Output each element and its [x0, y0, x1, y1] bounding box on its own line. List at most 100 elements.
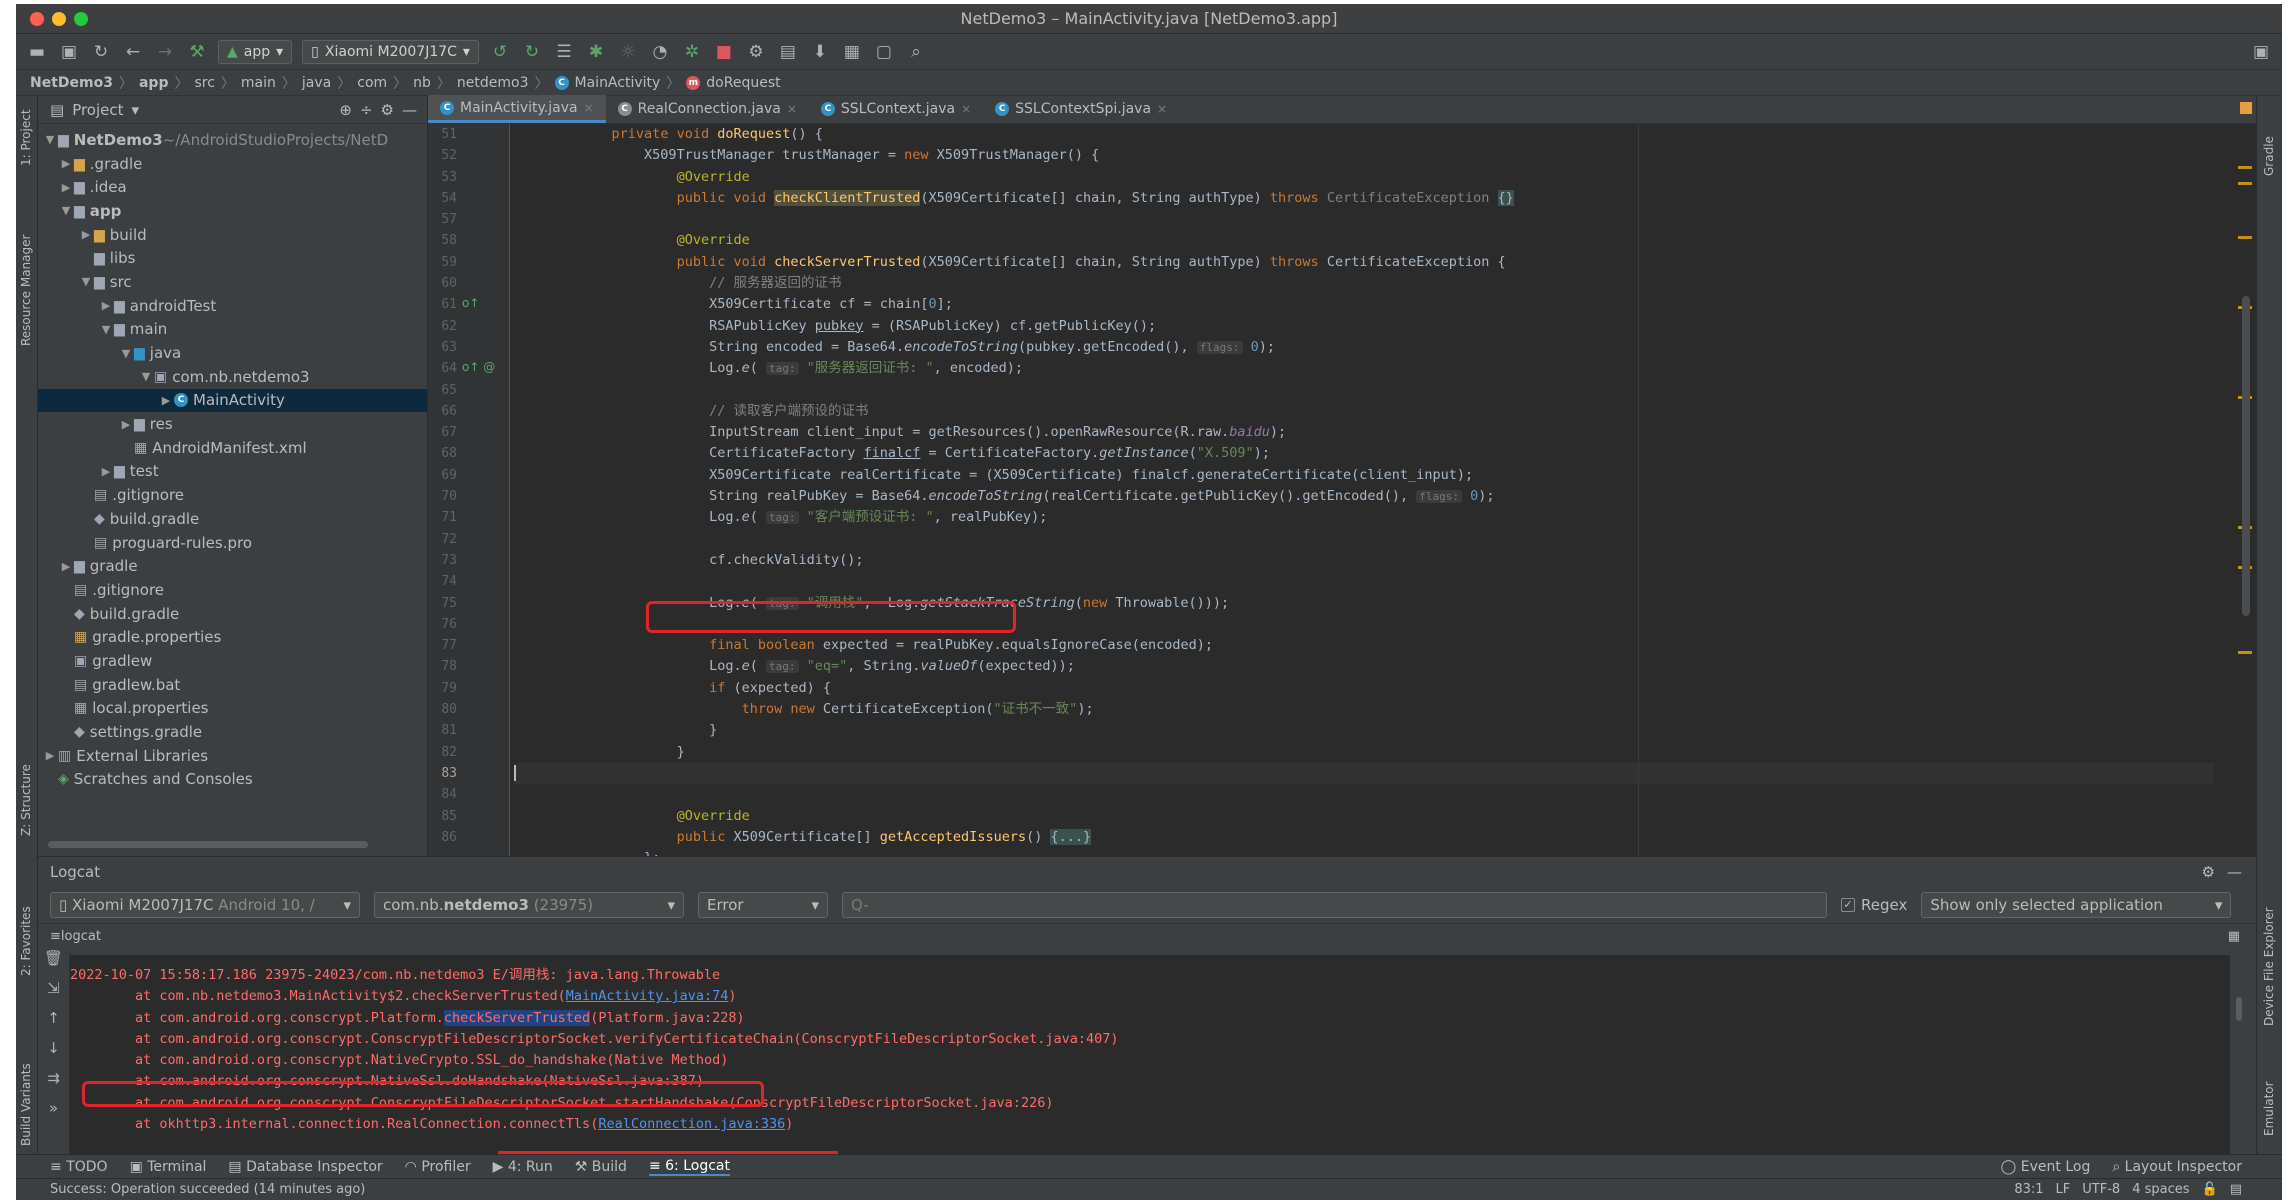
- line-separator[interactable]: LF: [2056, 1182, 2071, 1197]
- save-icon[interactable]: ▣: [58, 42, 80, 62]
- tree-item[interactable]: ▼ ▆ app: [38, 199, 427, 223]
- breadcrumb-item[interactable]: java: [302, 75, 331, 91]
- terminal-tab[interactable]: ▣ Terminal: [130, 1159, 207, 1175]
- breadcrumb-item[interactable]: main: [241, 75, 276, 91]
- breadcrumb-item[interactable]: nb: [413, 75, 431, 91]
- more-icon[interactable]: »: [38, 1099, 69, 1129]
- warning-indicator-icon[interactable]: [2240, 102, 2252, 114]
- scroll-marker[interactable]: [2238, 166, 2252, 169]
- sync-icon[interactable]: ↻: [90, 42, 112, 62]
- structure-tab[interactable]: Z: Structure: [19, 764, 33, 836]
- minimize-window-button[interactable]: [52, 12, 66, 26]
- build-tab[interactable]: ⚒ Build: [575, 1159, 627, 1175]
- tree-item[interactable]: ▤ .gitignore: [38, 578, 427, 602]
- project-structure-icon[interactable]: ▦: [841, 42, 863, 62]
- layout-icon[interactable]: ▢: [873, 42, 895, 62]
- tree-item[interactable]: ◆ build.gradle: [38, 507, 427, 531]
- account-icon[interactable]: ▣: [2250, 42, 2272, 62]
- event-log-tab[interactable]: ◯ Event Log: [2001, 1159, 2091, 1175]
- close-tab-icon[interactable]: ×: [961, 102, 971, 116]
- tree-item[interactable]: ▶ ▆ androidTest: [38, 294, 427, 318]
- tree-item[interactable]: ▼ ▆ java: [38, 341, 427, 365]
- logcat-subtab[interactable]: logcat: [61, 929, 101, 944]
- breadcrumb-item[interactable]: app: [139, 75, 169, 91]
- caret-position[interactable]: 83:1: [2014, 1182, 2043, 1197]
- favorites-tab[interactable]: 2: Favorites: [19, 906, 33, 976]
- tree-item[interactable]: ▤ .gitignore: [38, 483, 427, 507]
- scroll-to-end-icon[interactable]: ⇲: [38, 979, 69, 1009]
- close-tab-icon[interactable]: ×: [1157, 102, 1167, 116]
- tab-sslcontext[interactable]: C SSLContext.java ×: [809, 95, 983, 123]
- implements-marker-icon[interactable]: o↑: [462, 296, 479, 310]
- tree-item[interactable]: ◆ settings.gradle: [38, 720, 427, 744]
- indent-setting[interactable]: 4 spaces: [2132, 1182, 2189, 1197]
- tree-item[interactable]: ▼ ▆ main: [38, 318, 427, 342]
- attach-debugger-icon[interactable]: ◔: [649, 42, 671, 62]
- close-window-button[interactable]: [30, 12, 44, 26]
- tree-item[interactable]: ▦ AndroidManifest.xml: [38, 436, 427, 460]
- locate-icon[interactable]: ⊕: [339, 101, 352, 119]
- trash-icon[interactable]: 🗑: [38, 949, 69, 979]
- memory-icon[interactable]: ▤: [2230, 1182, 2242, 1197]
- status-message[interactable]: Success: Operation succeeded (14 minutes…: [50, 1182, 365, 1197]
- chevron-down-icon[interactable]: ▾: [132, 101, 140, 119]
- breadcrumb-item[interactable]: com: [357, 75, 387, 91]
- lock-icon[interactable]: 🔓: [2202, 1182, 2218, 1197]
- logcat-tab[interactable]: ≡ 6: Logcat: [648, 1158, 730, 1176]
- database-inspector-tab[interactable]: ▤ Database Inspector: [228, 1159, 382, 1175]
- regex-checkbox[interactable]: ✓ Regex: [1841, 896, 1907, 914]
- process-filter-select[interactable]: com.nb.netdemo3 (23975) ▾: [374, 892, 684, 918]
- breadcrumb-item[interactable]: NetDemo3: [30, 75, 113, 91]
- run-tests-icon[interactable]: ✲: [681, 42, 703, 62]
- tab-sslcontextspi[interactable]: C SSLContextSpi.java ×: [983, 95, 1179, 123]
- apply-changes-icon[interactable]: ↺: [489, 42, 511, 62]
- breadcrumb-item[interactable]: MainActivity: [575, 75, 661, 91]
- breadcrumb-item[interactable]: src: [194, 75, 214, 91]
- close-tab-icon[interactable]: ×: [787, 102, 797, 116]
- breadcrumb-item[interactable]: netdemo3: [457, 75, 529, 91]
- tree-item[interactable]: ▆ libs: [38, 246, 427, 270]
- logcat-scrollbar[interactable]: [2236, 997, 2242, 1021]
- code-area[interactable]: private void doRequest() { X509TrustMana…: [514, 124, 2214, 856]
- gear-icon[interactable]: ⚙: [381, 101, 394, 119]
- horizontal-scrollbar[interactable]: [48, 841, 368, 848]
- breadcrumb-item[interactable]: doRequest: [706, 75, 780, 91]
- coverage-icon[interactable]: ☰: [553, 42, 575, 62]
- profile-icon[interactable]: ☼: [617, 42, 639, 62]
- tree-item[interactable]: ◈ Scratches and Consoles: [38, 768, 427, 792]
- tree-item[interactable]: ▣ gradlew: [38, 649, 427, 673]
- apply-code-changes-icon[interactable]: ↻: [521, 42, 543, 62]
- tree-item[interactable]: ▦ local.properties: [38, 697, 427, 721]
- tree-item[interactable]: ▶ ▆ .idea: [38, 175, 427, 199]
- down-icon[interactable]: ↓: [38, 1039, 69, 1069]
- project-view-select[interactable]: Project: [72, 101, 123, 119]
- resource-manager-tab[interactable]: Resource Manager: [19, 235, 33, 346]
- tree-item[interactable]: ▶ ▆ res: [38, 412, 427, 436]
- close-tab-icon[interactable]: ×: [584, 101, 594, 115]
- gradle-sync-icon[interactable]: ⚙: [745, 42, 767, 62]
- tree-item[interactable]: ▶ ▥ External Libraries: [38, 744, 427, 768]
- tab-realconnection[interactable]: C RealConnection.java ×: [606, 95, 809, 123]
- collapse-icon[interactable]: ÷: [360, 101, 373, 119]
- run-config-select[interactable]: ▲ app ▾: [218, 39, 293, 64]
- hide-icon[interactable]: —: [402, 101, 417, 119]
- soft-wrap-icon[interactable]: ⇉: [38, 1069, 69, 1099]
- gradle-tab[interactable]: Gradle: [2262, 136, 2276, 176]
- todo-tab[interactable]: ≡ TODO: [50, 1159, 108, 1175]
- search-icon[interactable]: ⌕: [905, 42, 927, 62]
- tree-item[interactable]: ▦ gradle.properties: [38, 625, 427, 649]
- layout-inspector-tab[interactable]: ⌕ Layout Inspector: [2112, 1159, 2242, 1175]
- build-variants-tab[interactable]: Build Variants: [19, 1063, 33, 1146]
- tree-item[interactable]: ◆ build.gradle: [38, 602, 427, 626]
- tree-item[interactable]: ▶ ▆ build: [38, 223, 427, 247]
- file-encoding[interactable]: UTF-8: [2082, 1182, 2120, 1197]
- gear-icon[interactable]: ⚙: [2202, 863, 2215, 881]
- device-select[interactable]: ▯ Xiaomi M2007J17C ▾: [302, 39, 479, 64]
- tab-mainactivity[interactable]: C MainActivity.java ×: [428, 95, 606, 123]
- hide-icon[interactable]: —: [2227, 863, 2242, 881]
- build-hammer-icon[interactable]: ⚒: [186, 42, 208, 62]
- log-level-select[interactable]: Error ▾: [698, 892, 828, 918]
- scroll-marker[interactable]: [2238, 182, 2252, 185]
- scroll-marker[interactable]: [2238, 651, 2252, 654]
- scroll-marker[interactable]: [2238, 236, 2252, 239]
